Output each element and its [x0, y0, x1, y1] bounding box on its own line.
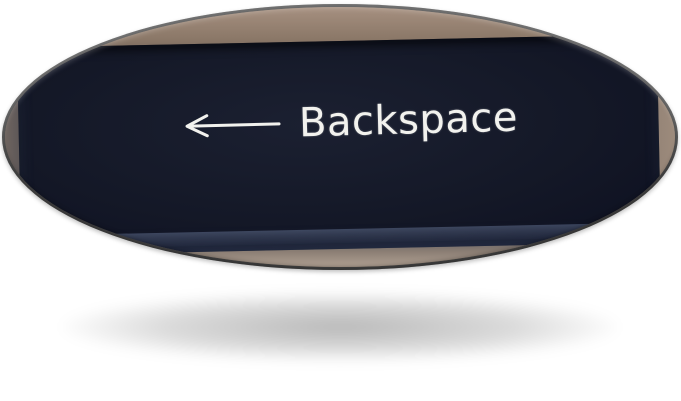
photo-stage: Backspace	[0, 0, 681, 401]
magnified-key-photo: Backspace	[2, 4, 678, 270]
key-legend: Backspace	[180, 95, 518, 150]
key-label: Backspace	[298, 94, 519, 147]
left-arrow-icon	[185, 114, 281, 138]
drop-shadow	[60, 292, 620, 362]
